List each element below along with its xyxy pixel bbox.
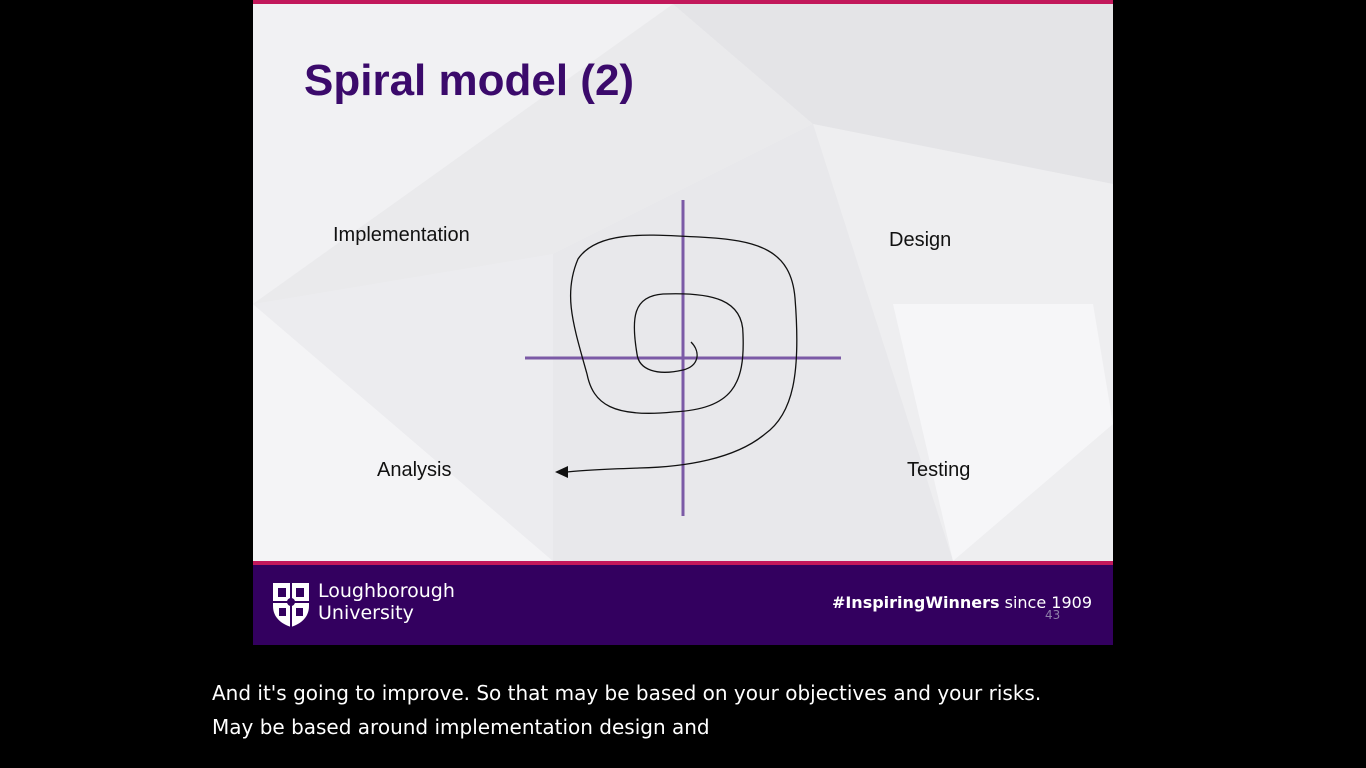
university-name-line1: Loughborough — [318, 580, 455, 602]
university-name: Loughborough University — [318, 580, 455, 624]
slide-body: Spiral model (2) Implementation Design A… — [253, 4, 1113, 561]
slide-footer: Loughborough University #InspiringWinner… — [253, 565, 1113, 645]
university-name-line2: University — [318, 602, 414, 624]
presentation-viewer: Spiral model (2) Implementation Design A… — [0, 0, 1366, 768]
quadrant-label-design: Design — [889, 229, 952, 251]
quadrant-label-analysis: Analysis — [377, 459, 452, 481]
tagline-hashtag: #InspiringWinners — [831, 593, 1000, 612]
live-captions: And it's going to improve. So that may b… — [212, 676, 1041, 744]
quadrant-label-implementation: Implementation — [333, 224, 470, 246]
spiral-arrowhead — [555, 466, 568, 478]
slide-number: 43 — [1045, 608, 1061, 622]
slide[interactable]: Spiral model (2) Implementation Design A… — [253, 0, 1113, 645]
quadrant-label-testing: Testing — [907, 459, 971, 481]
caption-line-2: May be based around implementation desig… — [212, 715, 710, 739]
loughborough-crest-icon — [273, 583, 309, 627]
caption-line-1: And it's going to improve. So that may b… — [212, 681, 1042, 705]
